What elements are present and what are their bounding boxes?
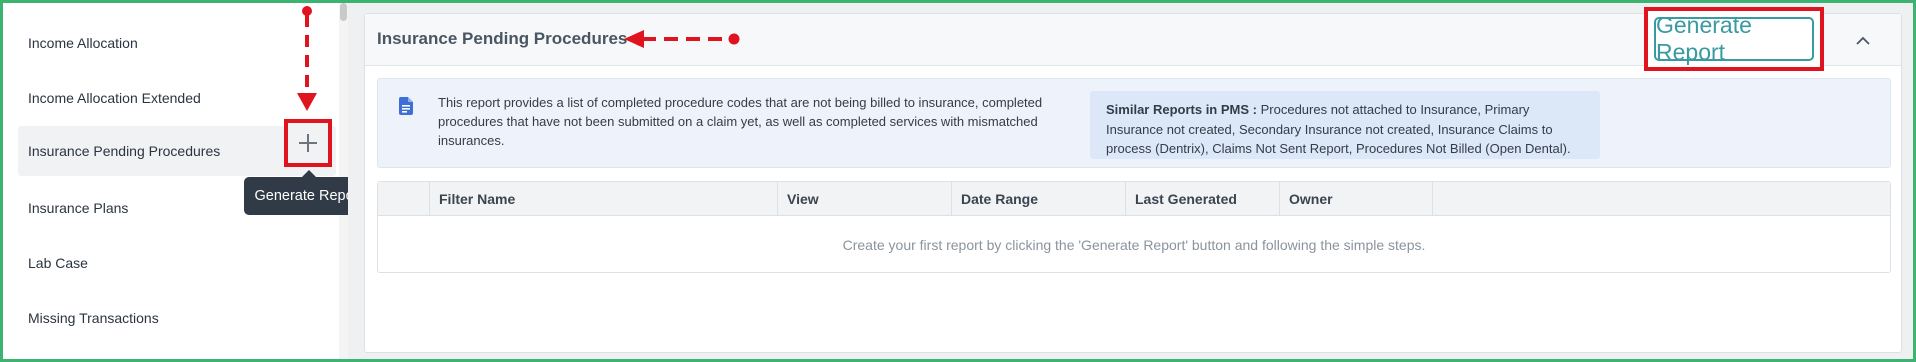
sidebar-item-label: Insurance Pending Procedures: [28, 143, 221, 159]
sidebar-item-label: Insurance Plans: [28, 200, 129, 216]
generate-report-highlight: Generate Report: [1644, 7, 1824, 71]
sidebar-item-income-allocation-extended[interactable]: Income Allocation Extended: [18, 73, 336, 123]
column-header-last-generated[interactable]: Last Generated: [1126, 182, 1280, 216]
report-description-box: This report provides a list of completed…: [377, 78, 1891, 168]
table-header: Filter Name View Date Range Last Generat…: [378, 182, 1890, 216]
document-icon: [399, 97, 413, 115]
report-description: This report provides a list of completed…: [438, 95, 1043, 148]
sidebar-item-label: Missing Transactions: [28, 310, 159, 326]
sidebar-item-missing-transactions[interactable]: Missing Transactions: [18, 293, 336, 343]
sidebar-item-label: Income Allocation: [28, 35, 138, 51]
similar-reports-label: Similar Reports in PMS :: [1106, 102, 1257, 117]
sidebar-item-lab-case[interactable]: Lab Case: [18, 238, 336, 288]
tooltip-text: Generate Report: [254, 188, 363, 204]
generate-report-button[interactable]: Generate Report: [1654, 12, 1814, 65]
sidebar-item-income-allocation[interactable]: Income Allocation: [18, 18, 336, 68]
column-header-date-range[interactable]: Date Range: [952, 182, 1126, 216]
column-header-select: [378, 182, 430, 216]
card-header: Insurance Pending Procedures Generate Re…: [365, 7, 1901, 71]
sidebar-item-label: Lab Case: [28, 255, 88, 271]
chevron-up-icon: [1856, 36, 1870, 45]
plus-icon: [299, 134, 317, 152]
main-content: Insurance Pending Procedures Generate Re…: [348, 3, 1913, 359]
column-header-actions: [1433, 182, 1890, 216]
column-header-filter-name[interactable]: Filter Name: [430, 182, 778, 216]
page-title: Insurance Pending Procedures: [377, 29, 628, 48]
column-header-owner[interactable]: Owner: [1280, 182, 1433, 216]
collapse-button[interactable]: [1851, 29, 1875, 53]
empty-table-message: Create your first report by clicking the…: [842, 236, 1426, 253]
column-header-view[interactable]: View: [778, 182, 952, 216]
scrollbar-thumb[interactable]: [340, 3, 347, 21]
report-card: Insurance Pending Procedures Generate Re…: [364, 7, 1902, 353]
similar-reports: Similar Reports in PMS : Procedures not …: [1090, 91, 1600, 159]
reports-table: Filter Name View Date Range Last Generat…: [377, 181, 1891, 273]
annotation-arrow-down: [297, 6, 317, 111]
add-report-button[interactable]: [284, 119, 332, 167]
annotation-arrow-left: [624, 30, 740, 48]
sidebar-item-label: Income Allocation Extended: [28, 90, 201, 106]
